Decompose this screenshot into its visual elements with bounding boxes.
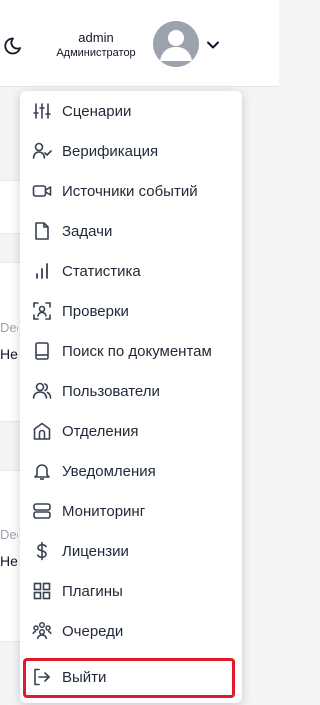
sliders-icon	[32, 101, 52, 121]
background-text: Не г	[0, 346, 18, 362]
people-group-icon	[32, 621, 52, 641]
menu-item-event-sources[interactable]: Источники событий	[20, 171, 242, 211]
menu-item-plugins[interactable]: Плагины	[20, 571, 242, 611]
menu-item-label: Верификация	[62, 142, 159, 160]
menu-item-label: Мониторинг	[62, 502, 146, 520]
menu-item-label: Статистика	[62, 262, 141, 280]
background-text: Dee	[0, 320, 18, 335]
user-info[interactable]: admin Администратор	[40, 30, 152, 60]
top-bar: admin Администратор	[0, 0, 279, 87]
menu-item-scenarios[interactable]: Сценарии	[20, 91, 242, 131]
user-dropdown-menu: Сценарии Верификация Источники событий З…	[20, 91, 242, 703]
menu-item-label: Поиск по документам	[62, 342, 212, 360]
logout-highlight-frame	[23, 658, 235, 698]
document-icon	[32, 221, 52, 241]
grid-icon	[32, 581, 52, 601]
menu-item-label: Источники событий	[62, 182, 198, 200]
menu-item-queues[interactable]: Очереди	[20, 611, 242, 651]
menu-item-users[interactable]: Пользователи	[20, 371, 242, 411]
menu-item-checks[interactable]: Проверки	[20, 291, 242, 331]
menu-item-monitoring[interactable]: Мониторинг	[20, 491, 242, 531]
video-camera-icon	[32, 181, 52, 201]
menu-item-label: Пользователи	[62, 382, 160, 400]
menu-item-verification[interactable]: Верификация	[20, 131, 242, 171]
background-text: Не г	[0, 553, 18, 569]
menu-item-departments[interactable]: Отделения	[20, 411, 242, 451]
chevron-down-icon[interactable]	[205, 37, 221, 53]
bar-chart-icon	[32, 261, 52, 281]
menu-item-label: Очереди	[62, 622, 124, 640]
menu-item-document-search[interactable]: Поиск по документам	[20, 331, 242, 371]
user-avatar-icon	[160, 30, 192, 61]
dollar-icon	[32, 541, 52, 561]
menu-item-label: Уведомления	[62, 462, 156, 480]
background-text: Dee	[0, 527, 18, 542]
users-icon	[32, 381, 52, 401]
user-name: admin	[78, 30, 114, 45]
menu-item-licenses[interactable]: Лицензии	[20, 531, 242, 571]
menu-item-tasks[interactable]: Задачи	[20, 211, 242, 251]
menu-item-label: Задачи	[62, 222, 113, 240]
book-icon	[32, 341, 52, 361]
face-scan-icon	[32, 301, 52, 321]
bell-icon	[32, 461, 52, 481]
avatar[interactable]	[153, 21, 199, 67]
user-check-icon	[32, 141, 52, 161]
menu-item-notifications[interactable]: Уведомления	[20, 451, 242, 491]
menu-item-label: Сценарии	[62, 102, 132, 120]
menu-item-label: Отделения	[62, 422, 139, 440]
menu-item-label: Плагины	[62, 582, 123, 600]
user-role: Администратор	[56, 47, 136, 59]
menu-item-label: Лицензии	[62, 542, 129, 560]
moon-icon[interactable]	[2, 36, 22, 56]
server-icon	[32, 501, 52, 521]
menu-item-statistics[interactable]: Статистика	[20, 251, 242, 291]
menu-item-label: Проверки	[62, 302, 129, 320]
building-icon	[32, 421, 52, 441]
